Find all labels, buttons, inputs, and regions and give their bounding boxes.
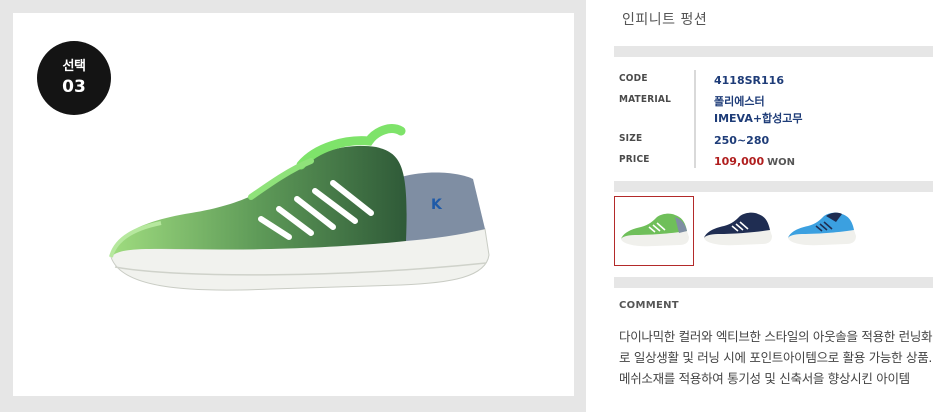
product-photo-frame: 선택 03 K (0, 0, 586, 412)
thumbnail-green[interactable] (614, 196, 694, 266)
shoe-thumbnail-icon (704, 212, 772, 246)
divider-band (614, 181, 933, 192)
spec-value: 4118SR116 (714, 74, 784, 87)
shoe-thumbnail-icon (621, 213, 689, 247)
product-photo: 선택 03 K (13, 13, 574, 396)
color-thumbnails (614, 196, 933, 266)
spec-key: CODE (619, 73, 648, 84)
divider-band (614, 277, 933, 288)
material-line-1: 폴리에스터 (714, 95, 765, 108)
spec-row-material: MATERIAL 폴리에스터 IMEVA+합성고무 (619, 93, 929, 127)
price-amount: 109,000 (714, 155, 765, 168)
spec-value: 250~280 (714, 134, 770, 147)
thumbnail-sky-blue[interactable] (782, 196, 862, 266)
comment-text: 다이나믹한 컬러와 엑티브한 스타일의 아웃솔을 적용한 런닝화로 일상생활 및… (619, 329, 933, 386)
price-unit: WON (767, 157, 796, 168)
spec-key: MATERIAL (619, 94, 671, 105)
svg-text:K: K (431, 197, 443, 213)
selection-badge: 선택 03 (37, 41, 111, 115)
thumbnail-navy[interactable] (698, 196, 778, 266)
product-info-panel: 인피니트 펑션 CODE 4118SR116 MATERIAL 폴리에스터 IM… (614, 0, 933, 416)
spec-row-size: SIZE 250~280 (619, 132, 929, 148)
divider-band (614, 46, 933, 57)
badge-label: 선택 (62, 59, 86, 74)
main-shoe-image: K (109, 124, 490, 291)
comment-label: COMMENT (619, 300, 679, 311)
material-line-2: IMEVA+합성고무 (714, 112, 803, 125)
badge-number: 03 (62, 77, 86, 97)
price-value: 109,000 WON (714, 153, 795, 171)
spec-row-code: CODE 4118SR116 (619, 72, 929, 88)
spec-value: 폴리에스터 IMEVA+합성고무 (714, 93, 803, 127)
product-title: 인피니트 펑션 (622, 12, 708, 28)
spec-key: SIZE (619, 133, 643, 144)
spec-key: PRICE (619, 154, 650, 165)
spec-table: CODE 4118SR116 MATERIAL 폴리에스터 IMEVA+합성고무… (619, 72, 929, 174)
shoe-thumbnail-icon (788, 212, 856, 246)
spec-row-price: PRICE 109,000 WON (619, 153, 929, 169)
